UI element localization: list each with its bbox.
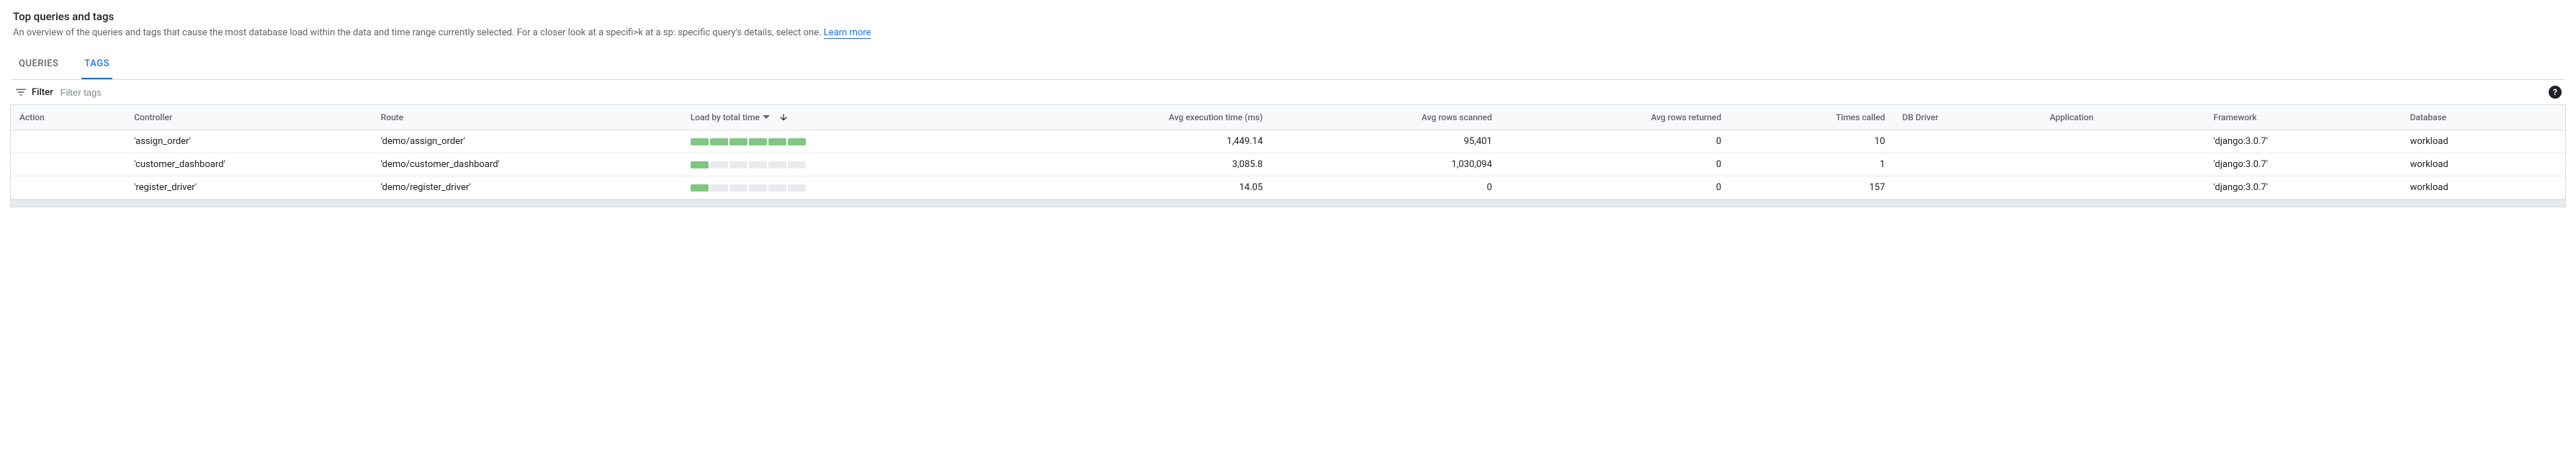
cell-avg-returned: 0 bbox=[1501, 130, 1730, 153]
table-row[interactable]: 'customer_dashboard' 'demo/customer_dash… bbox=[11, 153, 2565, 176]
cell-route: 'demo/register_driver' bbox=[372, 176, 682, 199]
load-bar bbox=[691, 184, 806, 192]
tab-tags[interactable]: TAGS bbox=[81, 50, 112, 79]
col-framework[interactable]: Framework bbox=[2205, 105, 2402, 130]
cell-avg-exec: 1,449.14 bbox=[1010, 130, 1272, 153]
page-title: Top queries and tags bbox=[13, 10, 2563, 23]
col-avg-exec[interactable]: Avg execution time (ms) bbox=[1010, 105, 1272, 130]
cell-action bbox=[11, 176, 125, 199]
cell-controller: 'register_driver' bbox=[125, 176, 372, 199]
cell-load bbox=[682, 153, 1010, 176]
load-bar bbox=[691, 161, 806, 168]
cell-times-called: 10 bbox=[1730, 130, 1893, 153]
col-action[interactable]: Action bbox=[11, 105, 125, 130]
horizontal-scrollbar[interactable] bbox=[10, 200, 2566, 207]
sort-caret-icon bbox=[763, 114, 770, 121]
arrow-down-icon bbox=[778, 112, 789, 122]
cell-avg-returned: 0 bbox=[1501, 176, 1730, 199]
page-description: An overview of the queries and tags that… bbox=[13, 27, 2563, 38]
cell-avg-exec: 14.05 bbox=[1010, 176, 1272, 199]
filter-bar: Filter ? bbox=[10, 80, 2566, 105]
table-container: Action Controller Route Load by total ti… bbox=[10, 105, 2566, 200]
col-db-driver[interactable]: DB Driver bbox=[1894, 105, 2042, 130]
cell-database: workload bbox=[2402, 130, 2566, 153]
cell-route: 'demo/assign_order' bbox=[372, 130, 682, 153]
filter-icon bbox=[14, 86, 27, 99]
help-icon[interactable]: ? bbox=[2549, 86, 2562, 99]
cell-action bbox=[11, 153, 125, 176]
cell-framework: 'django:3.0.7' bbox=[2205, 130, 2402, 153]
cell-framework: 'django:3.0.7' bbox=[2205, 176, 2402, 199]
cell-avg-scanned: 0 bbox=[1271, 176, 1500, 199]
col-database[interactable]: Database bbox=[2402, 105, 2566, 130]
col-application[interactable]: Application bbox=[2041, 105, 2204, 130]
cell-load bbox=[682, 130, 1010, 153]
col-load[interactable]: Load by total time bbox=[682, 105, 1010, 130]
cell-times-called: 157 bbox=[1730, 176, 1893, 199]
col-avg-returned[interactable]: Avg rows returned bbox=[1501, 105, 1730, 130]
cell-avg-scanned: 95,401 bbox=[1271, 130, 1500, 153]
col-load-label: Load by total time bbox=[691, 112, 760, 122]
cell-load bbox=[682, 176, 1010, 199]
cell-action bbox=[11, 130, 125, 153]
cell-avg-scanned: 1,030,094 bbox=[1271, 153, 1500, 176]
filter-label: Filter bbox=[32, 87, 53, 98]
col-avg-scanned[interactable]: Avg rows scanned bbox=[1271, 105, 1500, 130]
cell-database: workload bbox=[2402, 176, 2566, 199]
table-row[interactable]: 'assign_order' 'demo/assign_order' 1,449… bbox=[11, 130, 2565, 153]
section-header: Top queries and tags An overview of the … bbox=[10, 6, 2566, 45]
table-body: 'assign_order' 'demo/assign_order' 1,449… bbox=[11, 130, 2565, 199]
description-text: An overview of the queries and tags that… bbox=[13, 27, 821, 38]
cell-application bbox=[2041, 153, 2204, 176]
col-times-called[interactable]: Times called bbox=[1730, 105, 1893, 130]
learn-more-link[interactable]: Learn more bbox=[824, 27, 871, 39]
tab-queries[interactable]: QUERIES bbox=[16, 50, 61, 79]
cell-db-driver bbox=[1894, 176, 2042, 199]
cell-avg-returned: 0 bbox=[1501, 153, 1730, 176]
cell-times-called: 1 bbox=[1730, 153, 1893, 176]
cell-controller: 'customer_dashboard' bbox=[125, 153, 372, 176]
table-header-row: Action Controller Route Load by total ti… bbox=[11, 105, 2565, 130]
cell-controller: 'assign_order' bbox=[125, 130, 372, 153]
cell-db-driver bbox=[1894, 153, 2042, 176]
col-route[interactable]: Route bbox=[372, 105, 682, 130]
table-row[interactable]: 'register_driver' 'demo/register_driver'… bbox=[11, 176, 2565, 199]
cell-application bbox=[2041, 130, 2204, 153]
cell-avg-exec: 3,085.8 bbox=[1010, 153, 1272, 176]
filter-input[interactable] bbox=[60, 87, 2549, 98]
col-controller[interactable]: Controller bbox=[125, 105, 372, 130]
tags-table: Action Controller Route Load by total ti… bbox=[11, 105, 2565, 199]
cell-db-driver bbox=[1894, 130, 2042, 153]
tab-bar: QUERIES TAGS bbox=[10, 50, 2566, 80]
cell-framework: 'django:3.0.7' bbox=[2205, 153, 2402, 176]
load-bar bbox=[691, 138, 806, 145]
cell-application bbox=[2041, 176, 2204, 199]
cell-database: workload bbox=[2402, 153, 2566, 176]
cell-route: 'demo/customer_dashboard' bbox=[372, 153, 682, 176]
